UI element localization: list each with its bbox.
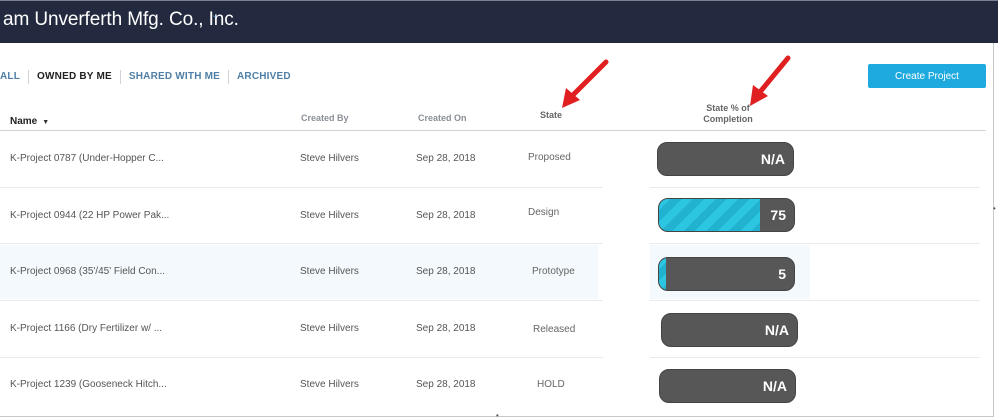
tab-owned-by-me[interactable]: OWNED BY ME	[29, 70, 121, 84]
header-divider	[0, 130, 986, 131]
completion-progress-bar: N/A	[661, 313, 798, 347]
progress-label: 5	[778, 266, 786, 282]
completion-progress-bar: 75	[658, 198, 795, 232]
content-panel	[0, 43, 994, 417]
sort-down-icon[interactable]: ▼	[42, 119, 49, 126]
state-value: Design	[528, 207, 560, 218]
project-name[interactable]: K-Project 1239 (Gooseneck Hitch...	[10, 379, 167, 390]
completion-progress-bar: 5	[658, 257, 795, 291]
state-value: Prototype	[532, 266, 575, 277]
progress-label: N/A	[764, 322, 789, 338]
top-bar: am Unverferth Mfg. Co., Inc. ˇ	[0, 0, 998, 43]
tab-all[interactable]: ALL	[0, 70, 30, 84]
progress-label: N/A	[762, 378, 787, 394]
created-on: Sep 28, 2018	[416, 153, 476, 164]
column-header-completion-line2: Completion	[703, 114, 753, 124]
progress-label: 75	[770, 207, 786, 223]
progress-label: N/A	[760, 151, 785, 167]
resize-handle-icon[interactable]: •	[496, 411, 499, 420]
created-by: Steve Hilvers	[300, 153, 359, 164]
organization-name[interactable]: am Unverferth Mfg. Co., Inc.	[3, 9, 239, 31]
created-on: Sep 28, 2018	[416, 323, 476, 334]
row-divider	[0, 357, 603, 358]
row-divider	[0, 300, 603, 301]
progress-fill	[659, 199, 761, 231]
project-name[interactable]: K-Project 0968 (35'/45' Field Con...	[10, 266, 165, 277]
row-divider	[650, 300, 980, 301]
created-on: Sep 28, 2018	[416, 379, 476, 390]
column-header-state[interactable]: State	[540, 110, 562, 120]
column-header-created-on[interactable]: Created On	[418, 113, 467, 123]
completion-progress-bar: N/A	[657, 142, 794, 176]
project-name[interactable]: K-Project 1166 (Dry Fertilizer w/ ...	[10, 323, 162, 334]
row-divider	[650, 357, 980, 358]
project-name[interactable]: K-Project 0787 (Under-Hopper C...	[10, 153, 164, 164]
column-header-created-by[interactable]: Created By	[301, 113, 349, 123]
column-header-name-label: Name	[10, 116, 38, 127]
state-value: HOLD	[537, 379, 565, 390]
create-project-button[interactable]: Create Project	[868, 64, 986, 88]
row-divider	[0, 243, 603, 244]
created-by: Steve Hilvers	[300, 323, 359, 334]
chevron-down-icon[interactable]: ˇ	[213, 15, 216, 26]
project-name[interactable]: K-Project 0944 (22 HP Power Pak...	[10, 210, 169, 221]
progress-fill	[659, 258, 666, 290]
annotation-arrow-icon	[750, 55, 791, 106]
filter-tabs: ALL OWNED BY ME SHARED WITH ME ARCHIVED	[0, 70, 299, 84]
created-by: Steve Hilvers	[300, 379, 359, 390]
created-by: Steve Hilvers	[300, 210, 359, 221]
tab-shared-with-me[interactable]: SHARED WITH ME	[121, 70, 229, 84]
row-divider	[650, 187, 980, 188]
state-value: Released	[533, 324, 576, 335]
column-header-name[interactable]: Name ▼	[10, 116, 49, 127]
state-value: Proposed	[528, 152, 571, 163]
created-on: Sep 28, 2018	[416, 266, 476, 277]
resize-handle-icon[interactable]: •	[993, 204, 996, 213]
annotation-arrow-icon	[562, 59, 609, 108]
completion-progress-bar: N/A	[659, 369, 796, 403]
created-by: Steve Hilvers	[300, 266, 359, 277]
created-on: Sep 28, 2018	[416, 210, 476, 221]
row-divider	[0, 187, 603, 188]
tab-archived[interactable]: ARCHIVED	[229, 70, 299, 84]
row-divider	[650, 243, 980, 244]
